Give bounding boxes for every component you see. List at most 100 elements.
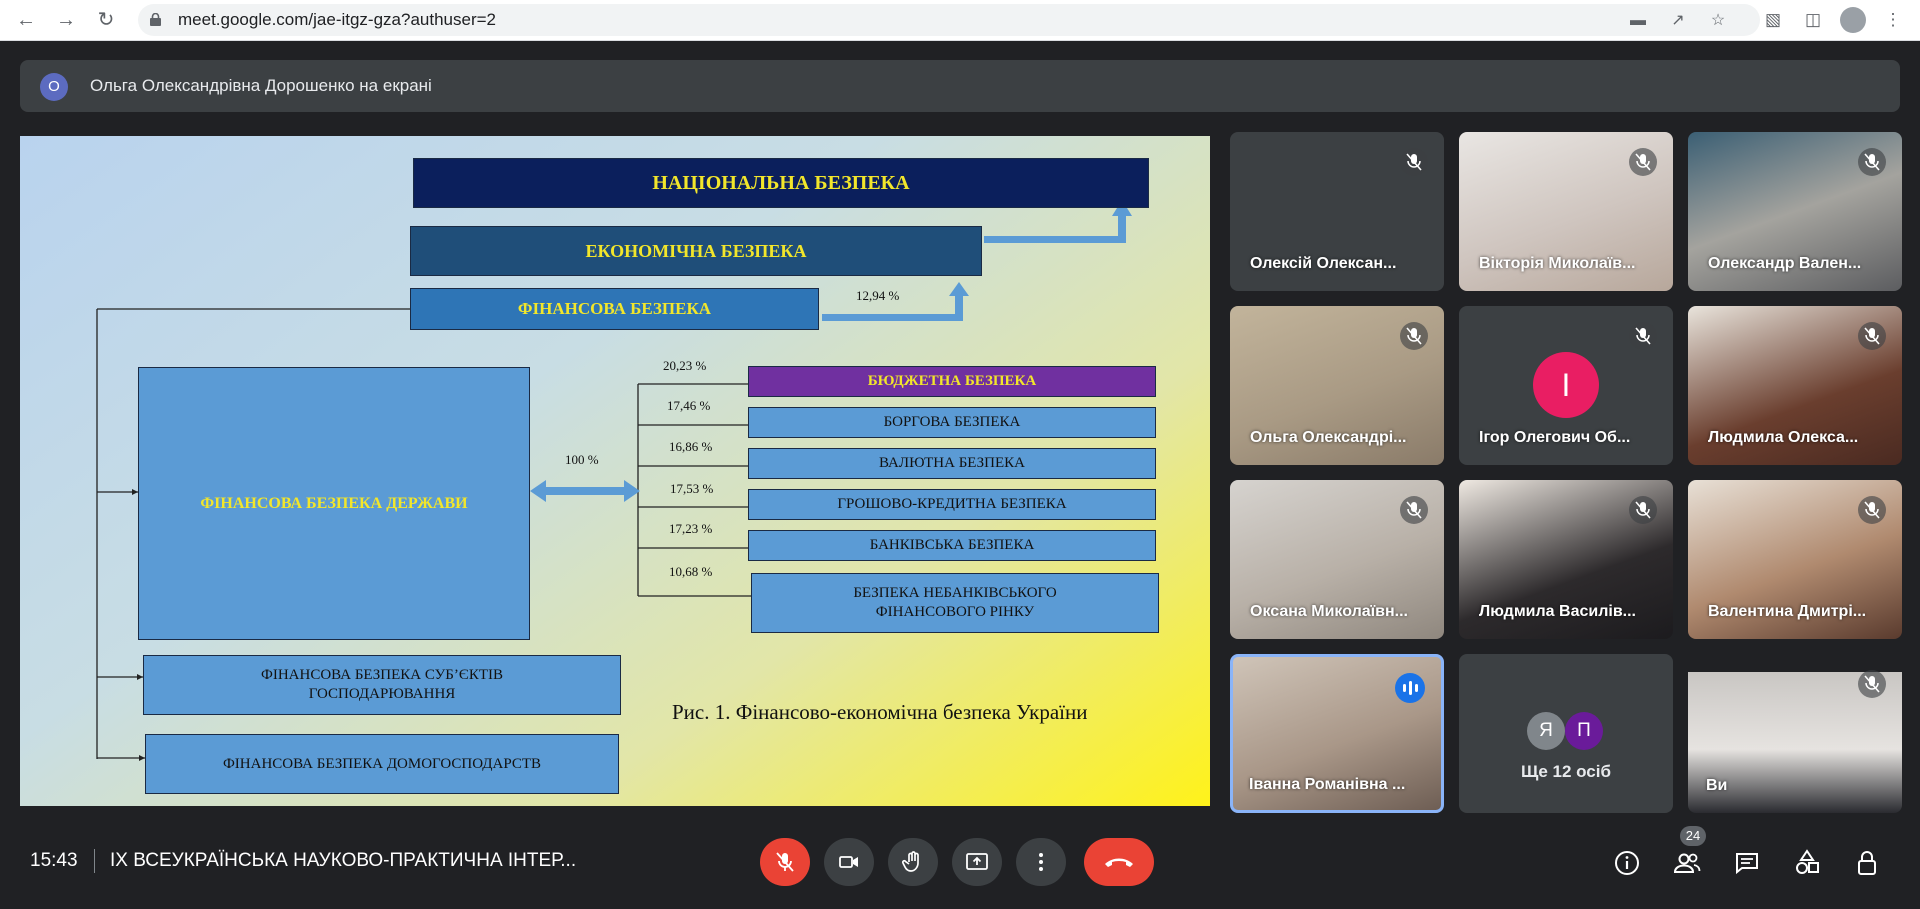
component-currency: ВАЛЮТНА БЕЗПЕКА [748, 448, 1156, 479]
economic-security-box: ЕКОНОМІЧНА БЕЗПЕКА [410, 226, 982, 276]
mic-off-icon [1858, 670, 1886, 698]
participant-avatar: Я [1527, 712, 1565, 750]
participant-tile[interactable]: Людмила Олекса... [1688, 306, 1902, 465]
mic-off-icon [1400, 148, 1428, 176]
present-screen-icon [966, 853, 988, 870]
subjects-line1: ФІНАНСОВА БЕЗПЕКА СУБ’ЄКТІВ [261, 666, 503, 683]
participant-name: Людмила Василів... [1479, 603, 1636, 620]
meeting-time: 15:43 [30, 850, 78, 871]
participant-name: Людмила Олекса... [1708, 429, 1859, 446]
lock-icon [150, 13, 161, 26]
participant-tile[interactable]: Людмила Василів... [1459, 480, 1673, 639]
hand-icon [901, 851, 919, 872]
activities-icon[interactable] [1792, 848, 1822, 878]
presenting-banner: О Ольга Олександрівна Дорошенко на екран… [20, 60, 1900, 112]
mic-off-icon [1400, 322, 1428, 350]
mic-off-icon [776, 852, 794, 872]
participant-avatar: І [1533, 352, 1599, 418]
leave-call-button[interactable] [1084, 838, 1154, 886]
figure-caption: Рис. 1. Фінансово-економічна безпека Укр… [672, 700, 1088, 724]
component-nonbank: БЕЗПЕКА НЕБАНКІВСЬКОГО ФІНАНСОВОГО РІНКУ [751, 573, 1159, 633]
participant-tile[interactable]: Олександр Вален... [1688, 132, 1902, 291]
side-panel-icon[interactable]: ◫ [1800, 7, 1826, 33]
back-arrow-icon[interactable]: ← [12, 6, 40, 34]
state-pct-label: 100 % [565, 452, 599, 467]
participant-tile[interactable]: І Ігор Олегович Об... [1459, 306, 1673, 465]
more-options-button[interactable] [1016, 838, 1066, 886]
participant-tile[interactable]: Оксана Миколаївн... [1230, 480, 1444, 639]
address-bar[interactable]: meet.google.com/jae-itgz-gza?authuser=2 … [138, 4, 1760, 36]
participant-avatar: П [1565, 712, 1603, 750]
divider [94, 849, 95, 873]
participant-name: Олександр Вален... [1708, 255, 1862, 272]
participant-tile-speaking[interactable]: Іванна Романівна ... [1230, 654, 1444, 813]
participant-name: Ви [1706, 777, 1728, 794]
participant-tile[interactable]: Вікторія Миколаїв... [1459, 132, 1673, 291]
extensions-icon[interactable]: ▧ [1760, 7, 1786, 33]
pct-monetary: 17,53 % [670, 481, 714, 496]
pct-debt: 17,46 % [667, 398, 711, 413]
people-icon[interactable] [1672, 848, 1702, 878]
participant-name: Ольга Олександрі... [1250, 429, 1407, 446]
video-camera-icon [839, 856, 858, 868]
participant-tile[interactable]: Ольга Олександрі... [1230, 306, 1444, 465]
host-controls-lock-icon[interactable] [1852, 848, 1882, 878]
bookmark-star-icon[interactable]: ☆ [1708, 11, 1728, 31]
mic-toggle-button[interactable] [760, 838, 810, 886]
self-view-tile[interactable]: Ви [1688, 654, 1902, 813]
financial-pct-label: 12,94 % [856, 288, 900, 303]
national-security-box: НАЦІОНАЛЬНА БЕЗПЕКА [413, 158, 1149, 208]
pct-nonbank: 10,68 % [669, 564, 713, 579]
hang-up-icon [1105, 858, 1133, 867]
mic-off-icon [1629, 496, 1657, 524]
presenter-avatar: О [40, 73, 68, 101]
mic-off-icon [1400, 496, 1428, 524]
info-icon[interactable] [1612, 848, 1642, 878]
participant-name: Іванна Романівна ... [1249, 776, 1406, 793]
mic-off-icon [1629, 148, 1657, 176]
subjects-security-box: ФІНАНСОВА БЕЗПЕКА СУБ’ЄКТІВ ГОСПОДАРЮВАНН… [143, 655, 621, 715]
nonbank-line1: БЕЗПЕКА НЕБАНКІВСЬКОГО [853, 584, 1057, 601]
participant-name: Оксана Миколаївн... [1250, 603, 1408, 620]
households-security-box: ФІНАНСОВА БЕЗПЕКА ДОМОГОСПОДАРСТВ [145, 734, 619, 794]
forward-arrow-icon[interactable]: → [52, 6, 80, 34]
mic-off-icon [1858, 148, 1886, 176]
pct-banking: 17,23 % [669, 521, 713, 536]
present-screen-button[interactable] [952, 838, 1002, 886]
camera-icon[interactable]: ▬ [1628, 11, 1648, 31]
mic-off-icon [1858, 496, 1886, 524]
component-monetary: ГРОШОВО-КРЕДИТНА БЕЗПЕКА [748, 489, 1156, 520]
more-participants-tile[interactable]: Я П Ще 12 осіб [1459, 654, 1673, 813]
people-count-badge: 24 [1680, 826, 1706, 846]
component-budget: БЮДЖЕТНА БЕЗПЕКА [748, 366, 1156, 397]
participant-name: Ігор Олегович Об... [1479, 429, 1631, 446]
component-banking: БАНКІВСЬКА БЕЗПЕКА [748, 530, 1156, 561]
meeting-title: IX ВСЕУКРАЇНСЬКА НАУКОВО-ПРАКТИЧНА ІНТЕР… [110, 850, 577, 871]
mic-off-icon [1858, 322, 1886, 350]
nonbank-line2: ФІНАНСОВОГО РІНКУ [875, 604, 1035, 620]
more-participants-label: Ще 12 осіб [1521, 762, 1611, 781]
reload-icon[interactable]: ↻ [92, 6, 120, 34]
presentation-slide: НАЦІОНАЛЬНА БЕЗПЕКА ЕКОНОМІЧНА БЕЗПЕКА Ф… [20, 136, 1210, 806]
mic-off-icon [1629, 322, 1657, 350]
subjects-line2: ГОСПОДАРЮВАННЯ [308, 686, 456, 702]
camera-toggle-button[interactable] [824, 838, 874, 886]
pct-budget: 20,23 % [663, 358, 707, 373]
more-vert-icon [1039, 853, 1043, 871]
participant-name: Валентина Дмитрі... [1708, 603, 1867, 620]
menu-dots-icon[interactable]: ⋮ [1880, 7, 1906, 33]
speaking-indicator-icon [1395, 673, 1425, 703]
participant-name: Олексій Олексан... [1250, 255, 1397, 272]
participant-name: Вікторія Миколаїв... [1479, 255, 1636, 272]
browser-toolbar: ← → ↻ meet.google.com/jae-itgz-gza?authu… [0, 0, 1920, 41]
state-financial-security-box: ФІНАНСОВА БЕЗПЕКА ДЕРЖАВИ [138, 367, 530, 640]
profile-avatar[interactable] [1840, 7, 1866, 33]
chat-icon[interactable] [1732, 848, 1762, 878]
participant-tile[interactable]: Валентина Дмитрі... [1688, 480, 1902, 639]
share-icon[interactable]: ↗ [1668, 11, 1688, 31]
url-text[interactable]: meet.google.com/jae-itgz-gza?authuser=2 [178, 10, 496, 30]
raise-hand-button[interactable] [888, 838, 938, 886]
presenting-text: Ольга Олександрівна Дорошенко на екрані [90, 76, 432, 95]
participant-tile[interactable]: Олексій Олексан... [1230, 132, 1444, 291]
pct-currency: 16,86 % [669, 439, 713, 454]
